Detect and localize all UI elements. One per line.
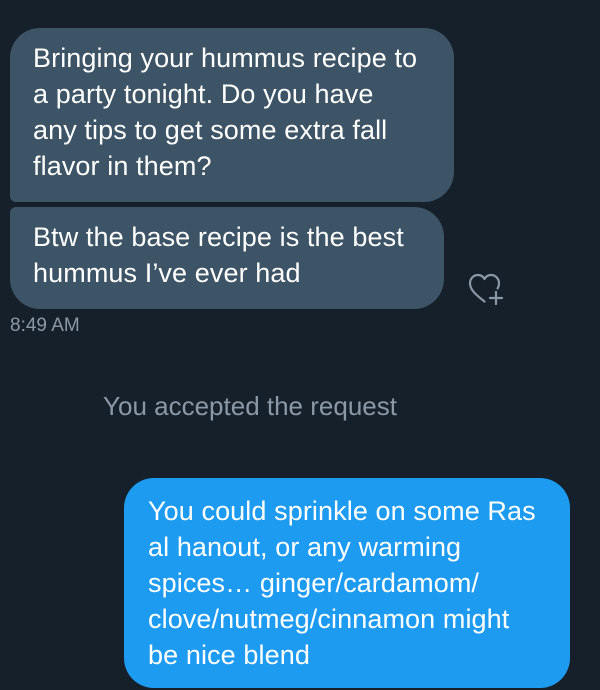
sent-message-bubble[interactable]: You could sprinkle on some Ras al hanout… (124, 478, 570, 688)
message-text-line: be nice blend (148, 640, 310, 670)
message-text-line: Bringing your hummus recipe to (33, 43, 418, 73)
heart-plus-icon[interactable] (466, 270, 506, 306)
received-message-bubble[interactable]: Bringing your hummus recipe to a party t… (10, 28, 454, 202)
message-text-line: clove/nutmeg/cinnamon might (148, 604, 510, 634)
message-text-line: Btw the base recipe is the best (33, 222, 404, 252)
dm-conversation: Bringing your hummus recipe to a party t… (0, 0, 600, 690)
request-accepted-notice: You accepted the request (103, 391, 397, 421)
message-text-line: You could sprinkle on some Ras (148, 496, 536, 526)
message-text-line: al hanout, or any warming (148, 532, 462, 562)
message-timestamp: 8:49 AM (10, 315, 80, 336)
received-message-bubble[interactable]: Btw the base recipe is the best hummus I… (10, 207, 444, 309)
message-text-line: any tips to get some extra fall (33, 115, 388, 145)
heart-plus-icon-graphic (468, 273, 504, 306)
message-text-line: spices… ginger/cardamom/ (148, 568, 480, 598)
message-text-line: flavor in them? (33, 151, 212, 181)
message-text-line: a party tonight. Do you have (33, 79, 374, 109)
message-text-line: hummus I’ve ever had (33, 258, 301, 288)
